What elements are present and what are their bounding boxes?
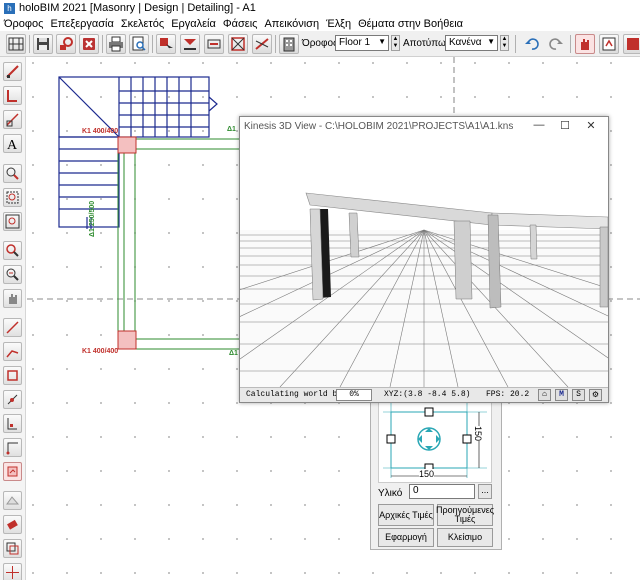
column-section-preview: 150 150	[378, 397, 492, 483]
apply-button[interactable]: Εφαρμογή	[378, 528, 434, 547]
floor-plan-icon[interactable]	[6, 34, 26, 54]
redo-icon[interactable]	[546, 34, 566, 54]
text-icon[interactable]: A	[3, 134, 22, 153]
settings-icon[interactable]	[56, 34, 76, 54]
3d-view-titlebar[interactable]: Kinesis 3D View - C:\HOLOBIM 2021\PROJEC…	[240, 117, 608, 135]
save-icon[interactable]	[33, 34, 53, 54]
select-icon[interactable]	[156, 34, 176, 54]
menu-tools[interactable]: Εργαλεία	[171, 18, 216, 30]
close-panel-button[interactable]: Κλείσιμο	[437, 528, 493, 547]
line-icon[interactable]	[3, 318, 22, 337]
mode-m-button[interactable]: M	[555, 389, 568, 401]
beam-label-bottom: Δ1	[229, 350, 238, 357]
kinesis-3d-view-window: Kinesis 3D View - C:\HOLOBIM 2021\PROJEC…	[239, 116, 609, 403]
mode-s-button[interactable]: S	[572, 389, 585, 401]
floor-select[interactable]: Floor 1 ▼	[335, 35, 389, 51]
menu-view[interactable]: Απεικόνιση	[264, 18, 319, 30]
menu-bar: Όροφος Επεξεργασία Σκελετός Εργαλεία Φάσ…	[0, 16, 640, 31]
main-toolbar: Όροφος Floor 1 ▼ ▲ ▼ Αποτύπωμα Κανένα ▼ ▲ ▼	[0, 31, 640, 57]
menu-floor[interactable]: Όροφος	[4, 18, 43, 30]
column-label-bottom: Κ1 400/400	[82, 348, 119, 355]
menu-skeleton[interactable]: Σκελετός	[121, 18, 164, 30]
camera-icon[interactable]: ⌂	[538, 389, 551, 401]
point-icon[interactable]	[3, 390, 22, 409]
material-label: Υλικό	[378, 488, 403, 499]
default-values-button[interactable]: Αρχικές Τιμές	[378, 504, 434, 526]
exit-view-icon[interactable]	[623, 34, 640, 54]
close-icon[interactable]: ✕	[578, 119, 604, 132]
menu-phases[interactable]: Φάσεις	[223, 18, 258, 30]
material-browse-button[interactable]: ...	[478, 484, 492, 499]
column-tool-icon[interactable]	[3, 462, 22, 481]
zoom-in-icon[interactable]	[3, 241, 22, 260]
3d-view-title: Kinesis 3D View - C:\HOLOBIM 2021\PROJEC…	[244, 120, 514, 132]
app-window: h holoBIM 2021 [Masonry | Design | Detai…	[0, 0, 640, 580]
undo-icon[interactable]	[522, 34, 542, 54]
zoom-icon[interactable]	[3, 164, 22, 183]
zoom-window-icon[interactable]	[3, 188, 22, 207]
menu-edit[interactable]: Επεξεργασία	[50, 18, 113, 30]
hatch-icon[interactable]	[3, 491, 22, 510]
building-icon[interactable]	[279, 34, 299, 54]
app-logo-icon: h	[4, 2, 15, 14]
material-input[interactable]: 0	[409, 484, 475, 499]
window-title: holoBIM 2021 [Masonry | Design | Detaili…	[19, 2, 256, 14]
settings-view-icon[interactable]: ⚙	[589, 389, 602, 401]
fps-readout: FPS: 20.2	[486, 390, 530, 399]
previous-values-button[interactable]: Προηγούμενες Τιμές	[436, 504, 494, 526]
zoom-extents-icon[interactable]	[3, 212, 22, 231]
print-icon[interactable]	[106, 34, 126, 54]
beam-label-vertical: Δ1 250/500	[89, 200, 96, 237]
svg-text:A: A	[7, 138, 18, 152]
delete-element-icon[interactable]	[180, 34, 200, 54]
draw-wall-icon[interactable]	[3, 62, 22, 81]
move-element-icon[interactable]	[204, 34, 224, 54]
draw-slab-icon[interactable]	[3, 110, 22, 129]
copy-icon[interactable]	[3, 539, 22, 558]
pan-icon[interactable]	[3, 289, 22, 308]
print-preview-icon[interactable]	[129, 34, 149, 54]
move-icon[interactable]	[3, 563, 22, 580]
snap-select[interactable]: Κανένα ▼	[445, 35, 498, 51]
column-properties-panel: 150 150 Υλικό 0 ... Αρχικές Τιμές Προηγο…	[370, 390, 502, 550]
xyz-coordinates: XYZ:(3.8 -8.4 5.8)	[384, 390, 471, 399]
erase-icon[interactable]	[3, 515, 22, 534]
left-toolbar: A	[0, 57, 26, 580]
minimize-icon[interactable]: —	[526, 119, 552, 132]
draw-beam-icon[interactable]	[3, 86, 22, 105]
3d-viewport[interactable]	[240, 135, 608, 387]
maximize-icon[interactable]: ☐	[552, 119, 578, 132]
snap-spinner[interactable]: ▲ ▼	[500, 35, 509, 51]
polyline-icon[interactable]	[3, 342, 22, 361]
dimension-icon[interactable]	[3, 414, 22, 433]
beam-label-top: Δ1	[227, 126, 236, 133]
refresh-view-icon[interactable]	[599, 34, 619, 54]
floor-label: Όροφος	[302, 38, 338, 49]
3d-view-statusbar: Calculating world bo.. 0% XYZ:(3.8 -8.4 …	[240, 387, 608, 402]
floor-spinner[interactable]: ▲ ▼	[391, 35, 400, 51]
stretch-element-icon[interactable]	[228, 34, 248, 54]
column-label-top: Κ1 400/400	[82, 128, 119, 135]
dimension-width-label: 150	[419, 469, 435, 479]
pan-hand-icon[interactable]	[575, 34, 595, 54]
rectangle-icon[interactable]	[3, 366, 22, 385]
menu-help[interactable]: Θέματα στην Βοήθεια	[358, 18, 463, 30]
close-project-icon[interactable]	[79, 34, 99, 54]
menu-snap[interactable]: Έλξη	[326, 18, 351, 30]
dimension-height-label: 150	[473, 426, 483, 442]
corner-icon[interactable]	[3, 438, 22, 457]
title-bar: h holoBIM 2021 [Masonry | Design | Detai…	[0, 0, 640, 16]
progress-indicator: 0%	[336, 389, 372, 401]
zoom-out-icon[interactable]	[3, 265, 22, 284]
trim-element-icon[interactable]	[252, 34, 272, 54]
